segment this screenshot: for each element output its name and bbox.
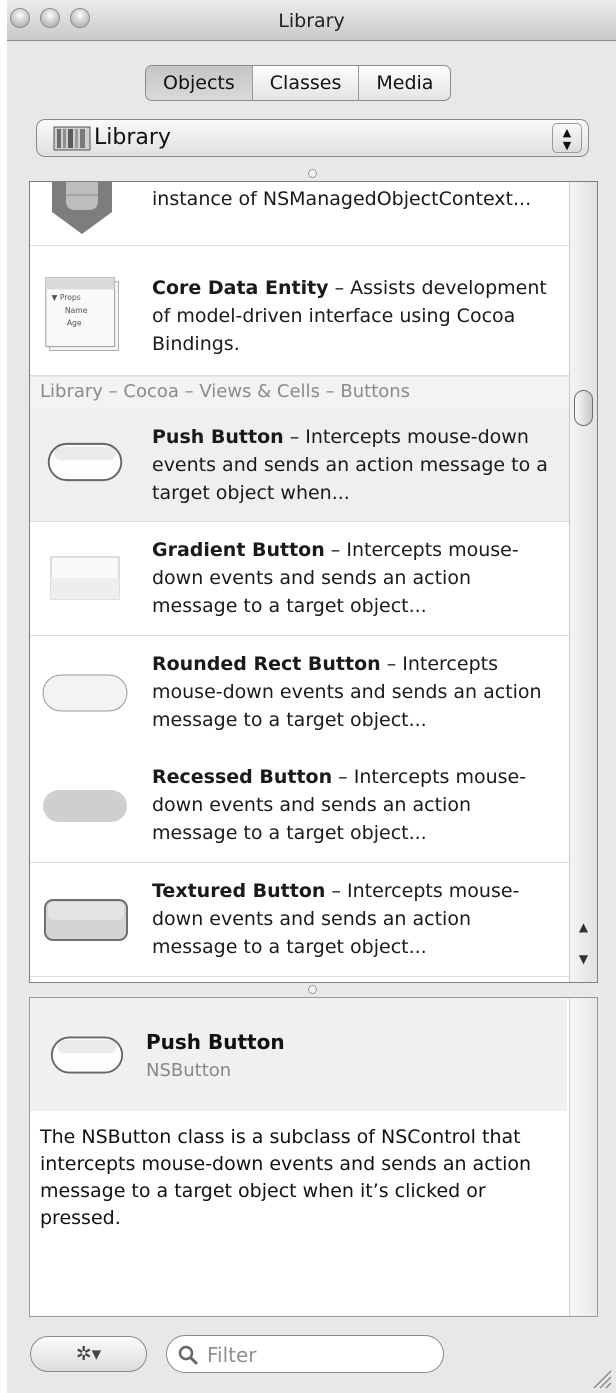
section-header: Library – Cocoa – Views & Cells – Button… (30, 376, 569, 410)
push-button-icon (47, 442, 123, 482)
filter-field[interactable] (166, 1335, 444, 1373)
list-item[interactable]: Push Button – Intercepts mouse-down even… (30, 409, 569, 522)
split-view-divider-top[interactable] (308, 169, 317, 178)
list-item-text: Rounded Rect Button – Intercepts mouse-d… (152, 650, 557, 734)
list-item-title: Core Data Entity (152, 277, 329, 299)
library-object-list[interactable]: instance of NSManagedObjectContext... ▼ … (29, 181, 598, 983)
list-item-text: Recessed Button – Intercepts mouse-down … (152, 763, 557, 847)
window-title: Library (278, 10, 345, 32)
scroll-thumb[interactable] (574, 390, 593, 426)
entity-icon-label: ▼ Props (52, 293, 81, 302)
library-popup-button[interactable]: Library ▲ ▼ (36, 119, 589, 157)
scroll-down-arrow-icon[interactable]: ▼ (570, 948, 597, 970)
list-item-text: Textured Button – Intercepts mouse-down … (152, 877, 557, 961)
filter-input[interactable] (205, 1340, 429, 1370)
detail-scrollbar[interactable] (569, 998, 597, 1316)
list-item-title: Rounded Rect Button (152, 653, 381, 675)
list-item[interactable]: instance of NSManagedObjectContext... (30, 182, 569, 246)
list-item-text: Push Button – Intercepts mouse-down even… (152, 423, 557, 507)
library-mode-segmented-control[interactable]: Objects Classes Media (145, 65, 452, 101)
title-bar[interactable]: Library (7, 0, 616, 41)
gear-icon: ✲▾ (75, 1343, 102, 1365)
detail-pane: Push Button NSButton The NSButton class … (29, 997, 598, 1317)
recessed-button-icon (43, 790, 127, 822)
list-item-text: Gradient Button – Intercepts mouse-down … (152, 536, 557, 620)
tab-media[interactable]: Media (359, 66, 450, 100)
list-item-title: Recessed Button (152, 766, 333, 788)
list-item[interactable]: ▼ Props Name Age Core Data Entity – Assi… (30, 260, 569, 376)
list-vertical-scrollbar[interactable]: ▲ ▼ (569, 182, 597, 982)
gradient-button-icon (50, 556, 120, 600)
list-item-title: Push Button (152, 426, 284, 448)
popup-arrows-icon: ▲ ▼ (552, 123, 582, 153)
rounded-rect-button-icon (42, 674, 128, 712)
action-menu-button[interactable]: ✲▾ (30, 1336, 147, 1372)
list-item-title: Textured Button (152, 880, 326, 902)
list-item-title: Gradient Button (152, 539, 325, 561)
detail-description: The NSButton class is a subclass of NSCo… (40, 1126, 532, 1229)
list-item[interactable]: Recessed Button – Intercepts mouse-down … (30, 749, 569, 863)
library-popup-label: Library (94, 125, 171, 150)
resize-grip-icon[interactable] (590, 1367, 612, 1389)
tab-objects[interactable]: Objects (146, 66, 253, 100)
list-item[interactable]: Rounded Rect Button – Intercepts mouse-d… (30, 636, 569, 750)
list-item-text: instance of NSManagedObjectContext... (152, 188, 532, 210)
list-item[interactable]: Gradient Button – Intercepts mouse-down … (30, 522, 569, 636)
detail-class-name: NSButton (146, 1060, 232, 1081)
push-button-icon (50, 1036, 124, 1074)
textured-button-icon (44, 899, 128, 941)
core-data-entity-icon: ▼ Props Name Age (45, 277, 119, 351)
detail-object-name: Push Button (146, 1030, 285, 1054)
detail-header: Push Button NSButton (30, 998, 567, 1111)
search-icon (178, 1345, 198, 1365)
section-header-label: Library – Cocoa – Views & Cells – Button… (40, 381, 411, 402)
list-item-text: Core Data Entity – Assists development o… (152, 274, 557, 358)
split-view-divider-bottom[interactable] (308, 985, 317, 994)
entity-icon-label: Name (65, 306, 88, 315)
tab-classes[interactable]: Classes (253, 66, 360, 100)
list-item[interactable]: Textured Button – Intercepts mouse-down … (30, 863, 569, 977)
book-icon (53, 126, 91, 151)
library-window: Library Objects Classes Media Library ▲ ▼ (7, 0, 616, 1393)
managed-object-context-icon (52, 182, 112, 234)
entity-icon-label: Age (67, 319, 82, 328)
scroll-up-arrow-icon[interactable]: ▲ (570, 916, 597, 938)
